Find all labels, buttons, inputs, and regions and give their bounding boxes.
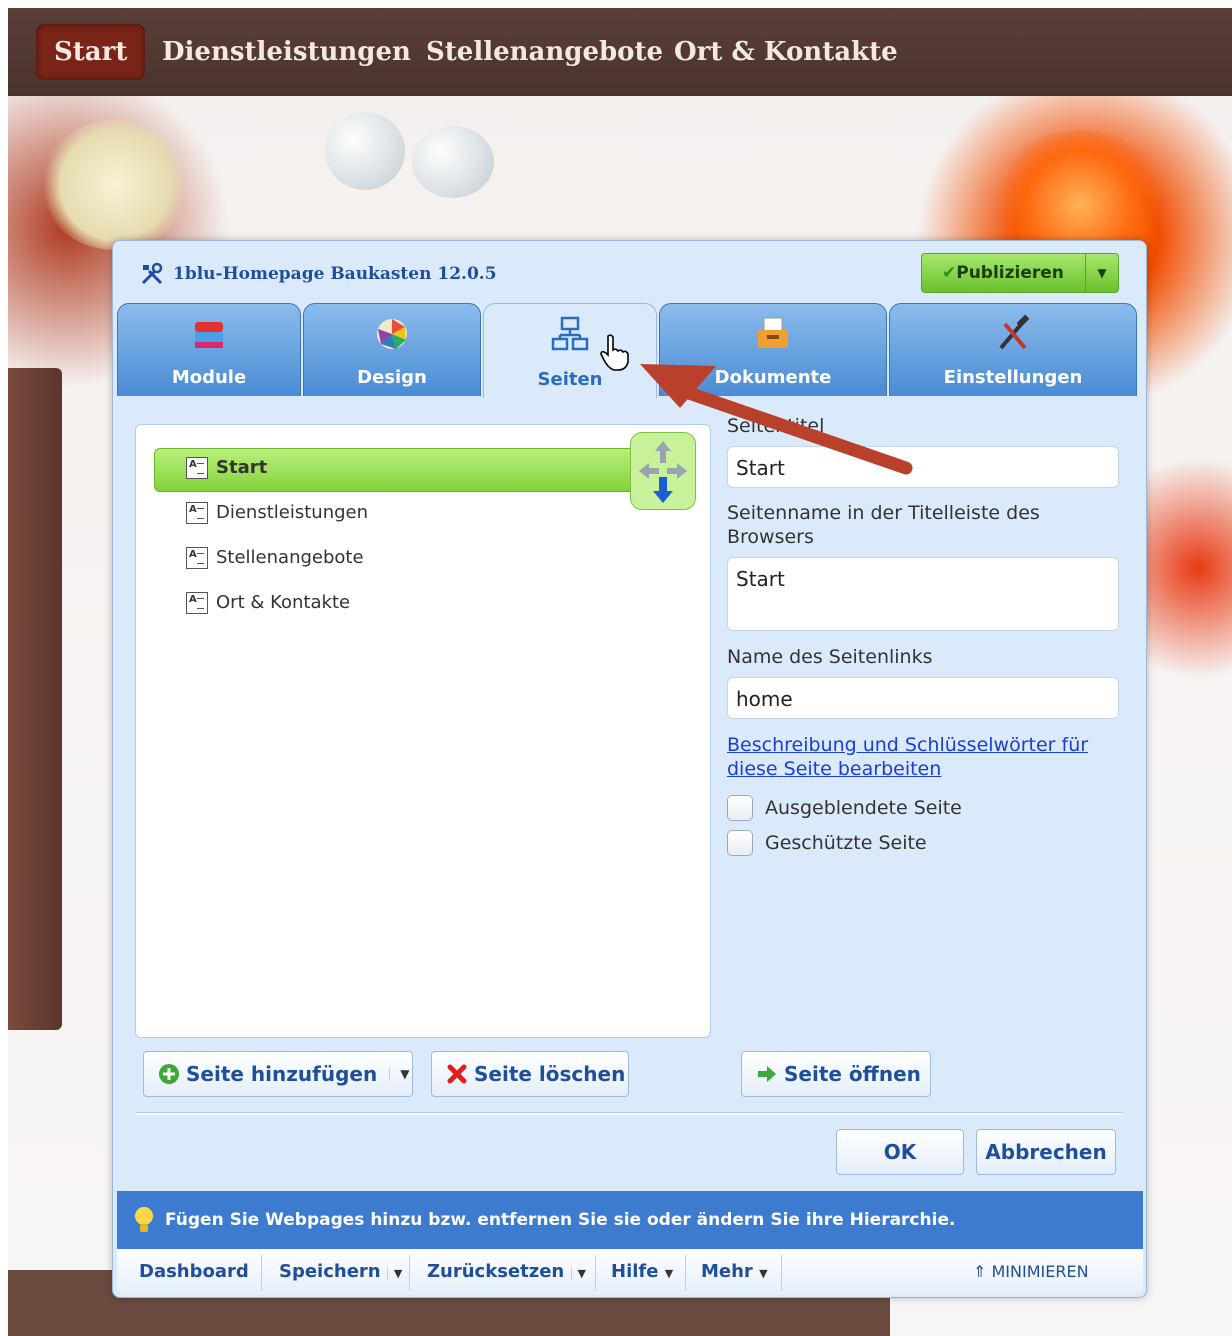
arrow-right-icon xyxy=(758,1066,776,1082)
page-icon xyxy=(186,457,208,479)
page-item-start[interactable]: Start xyxy=(186,452,267,484)
reset-dropdown-icon[interactable]: ▼ xyxy=(570,1267,586,1280)
nav-dienstleistungen[interactable]: Dienstleistungen xyxy=(144,24,429,80)
tab-dokumente[interactable]: Dokumente xyxy=(659,303,887,396)
page-item-dienstleistungen[interactable]: Dienstleistungen xyxy=(186,497,368,529)
tab-einstellungen[interactable]: Einstellungen xyxy=(889,303,1137,396)
ok-button[interactable]: OK xyxy=(836,1129,964,1175)
homepage-builder-dialog: 1blu-Homepage Baukasten 12.0.5 ✔Publizie… xyxy=(112,240,1147,1298)
protected-page-option[interactable]: Geschützte Seite xyxy=(727,830,927,856)
move-arrows-icon xyxy=(639,441,687,503)
double-chevron-up-icon: ⇑ xyxy=(973,1262,987,1281)
add-page-button[interactable]: Seite hinzufügen ▼ xyxy=(143,1051,413,1097)
browser-title-label: Seitenname in der Titelleiste des Browse… xyxy=(727,502,1040,548)
tab-design[interactable]: Design xyxy=(303,303,481,396)
checkmark-icon: ✔ xyxy=(942,263,957,283)
nav-start[interactable]: Start xyxy=(36,24,146,80)
water-droplet xyxy=(412,126,494,198)
delete-x-icon xyxy=(447,1064,467,1084)
divider xyxy=(595,1255,596,1291)
nav-stellenangebote[interactable]: Stellenangebote xyxy=(408,24,681,80)
publish-label: ✔Publizieren xyxy=(942,263,1064,283)
hand-cursor-icon xyxy=(600,334,629,371)
help-dropdown-icon[interactable]: ▼ xyxy=(665,1267,673,1280)
publish-button[interactable]: ✔Publizieren ▼ xyxy=(921,253,1119,293)
browser-title-field[interactable]: Start xyxy=(727,557,1119,631)
lightbulb-icon xyxy=(135,1207,153,1232)
footer-more[interactable]: Mehr ▼ xyxy=(701,1249,768,1295)
save-dropdown-icon[interactable]: ▼ xyxy=(386,1267,403,1280)
move-page-handle[interactable] xyxy=(630,432,696,510)
divider xyxy=(781,1255,782,1291)
tools-icon xyxy=(141,262,163,285)
hint-bar: Fügen Sie Webpages hinzu bzw. entfernen … xyxy=(117,1191,1143,1249)
water-droplet xyxy=(325,112,405,190)
blocks-icon xyxy=(195,322,223,348)
add-page-dropdown-icon[interactable]: ▼ xyxy=(389,1067,409,1081)
page-icon xyxy=(186,502,208,524)
publish-dropdown-icon[interactable]: ▼ xyxy=(1085,254,1118,292)
nav-ort-kontakte[interactable]: Ort & Kontakte xyxy=(656,24,916,80)
footer-save[interactable]: Speichern ▼ xyxy=(279,1249,403,1295)
white-rose-image xyxy=(40,120,190,250)
tab-module[interactable]: Module xyxy=(117,303,301,396)
divider xyxy=(409,1255,410,1291)
color-palette-icon xyxy=(377,319,407,349)
dialog-title: 1blu-Homepage Baukasten 12.0.5 xyxy=(139,259,497,289)
link-name-field[interactable]: home xyxy=(727,677,1119,719)
page-tree: Start Dienstleistungen Stellenangebote O… xyxy=(135,424,711,1038)
dialog-title-text: 1blu-Homepage Baukasten 12.0.5 xyxy=(173,264,497,284)
more-dropdown-icon[interactable]: ▼ xyxy=(759,1267,767,1280)
footer-minimize[interactable]: ⇑ MINIMIEREN xyxy=(973,1249,1089,1295)
divider xyxy=(261,1255,262,1291)
sitemap-icon xyxy=(551,316,589,351)
open-page-button[interactable]: Seite öffnen xyxy=(741,1051,931,1097)
website-side-panel xyxy=(8,368,62,1030)
edit-description-link[interactable]: Beschreibung und Schlüsselwörter für die… xyxy=(727,733,1127,781)
page-item-stellenangebote[interactable]: Stellenangebote xyxy=(186,542,364,574)
footer-reset[interactable]: Zurücksetzen ▼ xyxy=(427,1249,586,1295)
footer-dashboard[interactable]: Dashboard xyxy=(139,1249,249,1295)
hidden-page-checkbox[interactable] xyxy=(727,795,753,821)
link-name-label: Name des Seitenlinks xyxy=(727,646,933,668)
page-icon xyxy=(186,547,208,569)
page-title-label: Seitentitel xyxy=(727,415,825,437)
cancel-button[interactable]: Abbrechen xyxy=(976,1129,1116,1175)
footer-toolbar: Dashboard Speichern ▼ Zurücksetzen ▼ Hil… xyxy=(117,1249,1143,1295)
plus-circle-icon xyxy=(159,1064,179,1084)
delete-page-button[interactable]: Seite löschen xyxy=(431,1051,629,1097)
page-title-field[interactable]: Start xyxy=(727,446,1119,488)
footer-help[interactable]: Hilfe ▼ xyxy=(611,1249,673,1295)
divider xyxy=(135,1112,1123,1115)
protected-page-checkbox[interactable] xyxy=(727,830,753,856)
website-nav-bar: Start Dienstleistungen Stellenangebote O… xyxy=(8,8,1232,96)
hammer-wrench-icon xyxy=(999,314,1030,350)
divider xyxy=(685,1255,686,1291)
documents-box-icon xyxy=(758,317,788,348)
page-icon xyxy=(186,592,208,614)
page-item-ort-kontakte[interactable]: Ort & Kontakte xyxy=(186,587,350,619)
hidden-page-option[interactable]: Ausgeblendete Seite xyxy=(727,795,962,821)
